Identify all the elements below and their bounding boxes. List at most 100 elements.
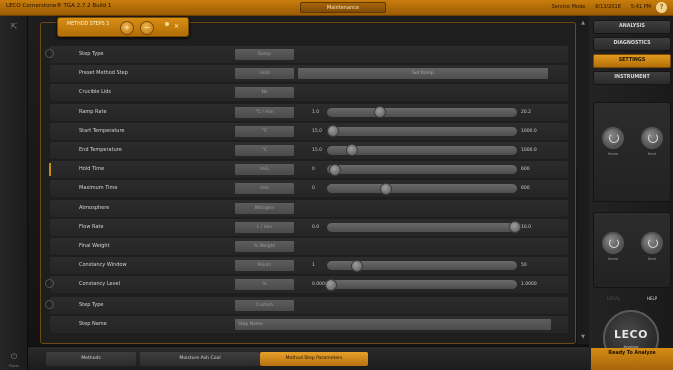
- close-icon[interactable]: ✕: [174, 23, 179, 30]
- method-steps-popup: METHOD STEPS 3 + − ✕: [57, 17, 189, 37]
- row-toggle-icon[interactable]: [45, 279, 54, 289]
- parameter-value-field[interactable]: Hold: [235, 68, 294, 80]
- parameter-slider[interactable]: [327, 144, 517, 157]
- slider-knob[interactable]: [324, 278, 337, 291]
- app-window: LECO Cornerstone® TGA 2.7.2 Build 1 Main…: [0, 0, 673, 370]
- parameter-value-field[interactable]: L / min: [235, 221, 294, 233]
- breadcrumb-methods[interactable]: Methods: [46, 352, 136, 366]
- parameter-label: Start Temperature: [79, 127, 125, 134]
- slider-min-value: 15.0: [312, 128, 323, 134]
- set-ramp-button[interactable]: Set Ramp: [298, 68, 548, 80]
- parameter-label: Hold Time: [79, 166, 105, 173]
- slider-knob[interactable]: [374, 106, 387, 119]
- parameter-value-field[interactable]: °C / min: [235, 106, 294, 118]
- step-name-input[interactable]: Step Name: [235, 319, 551, 331]
- home-knob-label: Home: [607, 152, 619, 156]
- parameter-slider[interactable]: [327, 221, 522, 234]
- parameter-value-field[interactable]: Custom: [235, 300, 294, 312]
- app-title: LECO Cornerstone® TGA 2.7.2 Build 1: [6, 3, 112, 9]
- indicator-dot: [165, 22, 169, 26]
- breadcrumb-step-parameters[interactable]: Method Step Parameters: [260, 352, 368, 366]
- remove-step-button[interactable]: −: [140, 21, 154, 35]
- slider-max-value: 1000.0: [521, 128, 537, 134]
- parameter-value-field[interactable]: %: [235, 279, 294, 291]
- parameter-row: Maximum Time min 0 600: [50, 180, 568, 198]
- parameter-row: Atmosphere Nitrogen: [50, 199, 568, 217]
- parameter-value-field[interactable]: °C: [235, 125, 294, 137]
- time-label: 5:41 PM: [630, 4, 651, 10]
- home-knob-icon[interactable]: [602, 127, 624, 149]
- home-knob-2-label: Home: [607, 257, 619, 261]
- parameter-slider[interactable]: [327, 106, 517, 119]
- parameter-label: Step Type: [79, 51, 104, 57]
- parameter-value-field[interactable]: % Weight: [235, 240, 294, 252]
- parameter-value-field[interactable]: Nitrogen: [235, 202, 294, 214]
- slider-min-value: 1: [312, 263, 315, 269]
- slider-max-value: 20.2: [521, 109, 532, 115]
- slider-min-value: 0: [312, 186, 315, 192]
- parameter-row: Ramp Rate °C / min 1.0 20.2: [50, 103, 568, 121]
- parameter-value-field[interactable]: min: [235, 183, 294, 195]
- slider-min-value: 15.0: [312, 147, 323, 153]
- parameter-label: Constancy Window: [79, 262, 127, 269]
- nav-settings[interactable]: SETTINGS: [593, 54, 671, 68]
- scroll-up-icon[interactable]: ▲: [579, 20, 587, 26]
- next-knob-2-label: Next: [647, 257, 657, 261]
- selected-marker: [49, 163, 51, 177]
- parameter-slider[interactable]: [327, 259, 517, 272]
- expand-icon[interactable]: ⇱: [9, 22, 19, 32]
- next-knob-icon[interactable]: [641, 127, 663, 149]
- parameter-slider[interactable]: [326, 125, 517, 138]
- breadcrumb-method[interactable]: Moisture Ash Coal: [140, 352, 260, 366]
- parameter-label: Ramp Rate: [79, 108, 107, 115]
- nav-analysis[interactable]: ANALYSIS: [593, 20, 671, 34]
- parameter-slider[interactable]: [324, 278, 517, 291]
- breadcrumb: Methods Moisture Ash Coal Method Step Pa…: [28, 346, 589, 370]
- scroll-down-icon[interactable]: ▼: [579, 334, 587, 340]
- parameter-row: Step Type Ramp: [45, 46, 568, 63]
- parameter-label: Step Name: [79, 321, 107, 328]
- vertical-scrollbar[interactable]: ▲ ▼: [577, 16, 589, 344]
- parameter-row: Step Name Step Name: [50, 316, 568, 334]
- row-toggle-icon[interactable]: [45, 49, 54, 58]
- parameter-value-field[interactable]: No: [235, 87, 294, 99]
- parameter-slider[interactable]: [327, 182, 517, 195]
- parameter-value-field[interactable]: Points: [235, 260, 294, 272]
- row-toggle-icon[interactable]: [45, 300, 54, 310]
- slider-knob[interactable]: [326, 125, 339, 138]
- parameter-row: Constancy Level% 0.0000 1.0000: [45, 276, 568, 294]
- home-knob-2-icon[interactable]: [602, 232, 624, 254]
- step-count: 3: [106, 22, 110, 27]
- help-toggle[interactable]: HELP: [647, 296, 657, 301]
- local-toggle[interactable]: LOCAL: [607, 296, 620, 301]
- maintenance-button[interactable]: Maintenance: [300, 2, 386, 13]
- slider-knob[interactable]: [345, 144, 358, 157]
- help-icon[interactable]: ?: [656, 2, 667, 13]
- parameter-row: Step Type Custom: [45, 297, 568, 315]
- title-bar: LECO Cornerstone® TGA 2.7.2 Build 1 Main…: [0, 0, 673, 16]
- slider-knob[interactable]: [509, 221, 522, 234]
- parameter-value-field[interactable]: min: [235, 164, 294, 176]
- method-step-parameters-panel: Step Type Ramp Preset Method Step Hold Set R…: [40, 22, 576, 344]
- slider-min-value: 1.0: [312, 109, 320, 115]
- right-panel: ANALYSIS DIAGNOSTICS SETTINGS INSTRUMENT…: [589, 16, 673, 370]
- parameter-row: Preset Method Step Hold Set Ramp: [50, 65, 568, 83]
- parameter-value-field[interactable]: Ramp: [235, 49, 294, 60]
- parameter-label: End Temperature: [79, 146, 122, 153]
- parameter-label: Preset Method Step: [79, 70, 128, 77]
- next-knob-2-icon[interactable]: [641, 232, 663, 254]
- slider-knob[interactable]: [379, 182, 392, 195]
- power-icon[interactable]: ⏻: [9, 352, 19, 362]
- parameter-value-field[interactable]: °C: [235, 144, 294, 156]
- mode-label: Service Mode: [551, 4, 586, 10]
- slider-max-value: 600: [521, 186, 530, 192]
- nav-instrument[interactable]: INSTRUMENT: [593, 71, 671, 85]
- parameter-slider[interactable]: [327, 163, 517, 176]
- date-label: 8/13/2018: [595, 4, 621, 10]
- slider-knob[interactable]: [351, 259, 364, 272]
- slider-knob[interactable]: [328, 163, 341, 176]
- nav-diagnostics[interactable]: DIAGNOSTICS: [593, 37, 671, 51]
- slider-max-value: 1.0000: [521, 282, 537, 288]
- parameter-row: Constancy Window Points 1 50: [50, 257, 568, 275]
- add-step-button[interactable]: +: [120, 21, 134, 35]
